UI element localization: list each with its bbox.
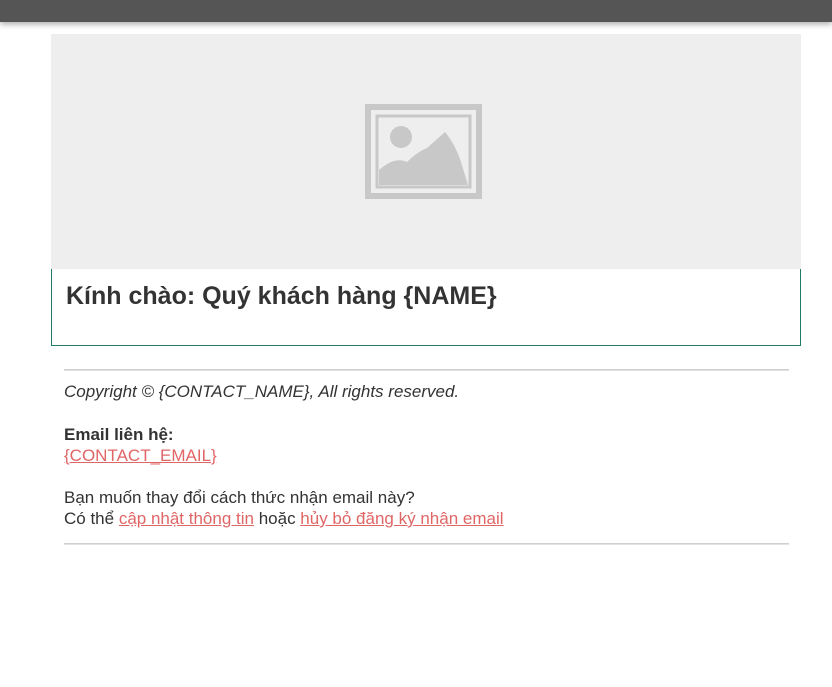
greeting-heading: Kính chào: Quý khách hàng {NAME} [66,282,497,310]
top-divider [64,369,789,371]
image-placeholder-icon [365,104,482,199]
change-line: Có thể cập nhật thông tin hoặc hủy bỏ đă… [64,508,789,529]
top-bar [0,0,832,22]
change-question: Bạn muốn thay đổi cách thức nhận email n… [64,488,415,507]
change-prefix: Có thể [64,509,119,528]
contact-label: Email liên hệ: [64,425,174,444]
copyright-text: Copyright © {CONTACT_NAME}, All rights r… [64,382,460,401]
contact-block: Email liên hệ: {CONTACT_EMAIL} [64,424,789,466]
email-footer: Copyright © {CONTACT_NAME}, All rights r… [64,369,789,545]
conjunction-text: hoặc [253,509,301,528]
unsubscribe-link[interactable]: hủy bỏ đăng ký nhận email [300,509,503,528]
contact-email-link[interactable]: {CONTACT_EMAIL} [64,446,217,465]
email-card: Kính chào: Quý khách hàng {NAME} [51,34,801,346]
hero-image [51,34,801,269]
preferences-block: Bạn muốn thay đổi cách thức nhận email n… [64,487,789,529]
update-info-link[interactable]: cập nhật thông tin [119,509,254,528]
bottom-divider [64,543,789,545]
